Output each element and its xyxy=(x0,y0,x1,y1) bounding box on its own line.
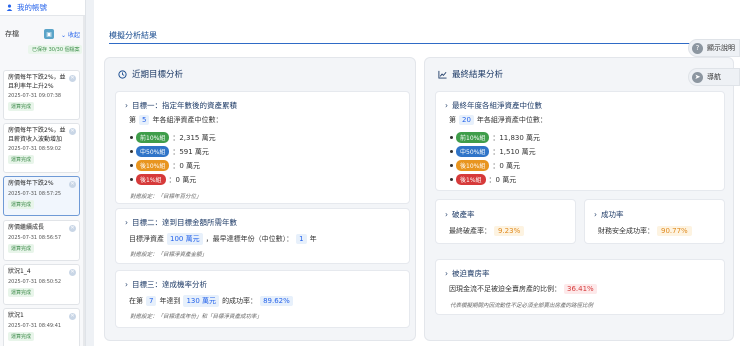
scenario-item[interactable]: 房價每年下跌2%，並且薪資收入波動增加 2025-07-31 08:59:02 … xyxy=(3,123,80,173)
delete-icon[interactable]: ✕ xyxy=(69,225,76,232)
scenario-item[interactable]: 房價每年下跌2%，並且利率年上升2% 2025-07-31 09:07:38 運… xyxy=(3,70,80,120)
page-title: 模擬分析結果 xyxy=(109,31,157,40)
help-button[interactable]: ? 顯示說明 xyxy=(688,39,740,57)
goal1-title: › 目標一：指定年數後的資產累積 xyxy=(125,101,237,110)
goal3-line: 在第 7 年達到 130 萬元 的成功率： 89.62% xyxy=(129,295,293,307)
status-badge: 運算完成 xyxy=(8,199,35,209)
delete-icon[interactable]: ✕ xyxy=(69,313,76,320)
goal1-row-bottom1: 後1%組 ：0 萬元 xyxy=(130,174,196,185)
scenario-item[interactable]: 狀況1_4 2025-07-31 08:50:52 運算完成 ✕ xyxy=(3,264,80,305)
compass-icon: ➤ xyxy=(692,71,703,83)
line-chart-icon xyxy=(438,70,447,79)
goal2-box: › 目標二：達到目標金額所需年數 目標淨資產 100 萬元 ，最早達標年份（中位數）… xyxy=(115,208,410,264)
nav-button[interactable]: ➤ 導航 xyxy=(688,68,740,86)
recent-goals-header: 近期目標分析 xyxy=(118,68,183,80)
goal2-note: 對應設定：「目標淨資產金額」 xyxy=(130,252,208,258)
recent-goals-card: 近期目標分析 › 目標一：指定年數後的資產累積 第 5 年各組淨資產中位數： 前10… xyxy=(104,57,416,341)
goal3-title: › 目標三：達成機率分析 xyxy=(125,280,207,289)
final-results-header: 最終結果分析 xyxy=(438,68,503,80)
title-divider xyxy=(109,43,704,44)
forced-sale-title: › 被迫賣房率 xyxy=(445,269,490,278)
goal3-box: › 目標三：達成機率分析 在第 7 年達到 130 萬元 的成功率： 89.62% 對應設… xyxy=(115,270,410,328)
final-row-mid50: 中50%組 ：1,510 萬元 xyxy=(450,146,536,157)
status-badge: 運算完成 xyxy=(8,155,35,164)
goal3-note: 對應設定：「目標達成年份」和「目標淨資產成功率」 xyxy=(130,314,263,320)
scenario-item[interactable]: 狀況1 2025-07-31 08:49:41 運算完成 ✕ xyxy=(3,308,80,346)
status-badge: 運算完成 xyxy=(8,102,35,111)
scenario-item[interactable]: 房價繼續成長 2025-07-31 08:56:57 運算完成 ✕ xyxy=(3,220,80,261)
goal1-box: › 目標一：指定年數後的資產累積 第 5 年各組淨資產中位數： 前10%組 ：2,31… xyxy=(115,91,410,204)
final-median-box: › 最終年度各組淨資產中位數 第 20 年各組淨資產中位數： 前10%組 ：11,83… xyxy=(435,91,725,191)
bankrupt-box: › 破產率 最終破產率： 9.23% xyxy=(435,199,576,244)
storage-header: 存檔 ▣ ⌄ 收起 xyxy=(0,23,85,45)
status-badge: 運算完成 xyxy=(8,331,35,341)
sidebar: 我的帳號 存檔 ▣ ⌄ 收起 已保存 30/30 個檔案 房價每年下跌2%，並且… xyxy=(0,0,86,346)
final-year-line: 第 20 年各組淨資產中位數： xyxy=(449,115,547,125)
bankrupt-rate: 9.23% xyxy=(494,226,525,236)
storage-label: 存檔 xyxy=(5,30,19,38)
save-icon[interactable]: ▣ xyxy=(44,29,55,39)
my-account-link[interactable]: 我的帳號 xyxy=(0,0,85,16)
success-title: › 成功率 xyxy=(594,210,624,219)
saved-count-badge: 已保存 30/30 個檔案 xyxy=(28,45,82,54)
goal2-line: 目標淨資產 100 萬元 ，最早達標年份（中位數）： 1 年 xyxy=(129,233,317,245)
user-icon xyxy=(6,4,13,11)
collapse-toggle[interactable]: ⌄ 收起 xyxy=(61,30,80,39)
forced-sale-line: 因現金流不足被迫全賣房產的比例： 36.41% xyxy=(449,284,597,294)
bankrupt-title: › 破產率 xyxy=(445,210,475,219)
goal2-title: › 目標二：達到目標金額所需年數 xyxy=(125,218,237,227)
success-line: 財務安全成功率： 90.77% xyxy=(598,226,692,236)
final-row-bottom1: 後1%組 ：0 萬元 xyxy=(450,174,516,185)
question-icon: ? xyxy=(692,42,703,54)
sidebar-scrollbar[interactable] xyxy=(83,16,85,346)
goal1-row-top10: 前10%組 ：2,315 萬元 xyxy=(130,132,216,143)
goal1-year-line: 第 5 年各組淨資產中位數： xyxy=(129,115,223,125)
final-row-bottom10: 後10%組 ：0 萬元 xyxy=(450,160,520,171)
goal1-note: 對應設定：「目標年百分位」 xyxy=(130,194,202,200)
delete-icon[interactable]: ✕ xyxy=(69,75,76,82)
main-content: 模擬分析結果 近期目標分析 › 目標一：指定年數後的資產累積 第 5 年各組淨資產中… xyxy=(94,0,740,346)
delete-icon[interactable]: ✕ xyxy=(69,128,76,135)
final-median-title: › 最終年度各組淨資產中位數 xyxy=(445,101,542,110)
success-rate: 90.77% xyxy=(657,226,692,236)
status-badge: 運算完成 xyxy=(8,243,35,253)
forced-sale-rate: 36.41% xyxy=(564,284,597,294)
scenario-item-active[interactable]: 房價每年下跌2% 2025-07-31 08:57:25 運算完成 ✕ xyxy=(3,176,80,216)
goal1-row-bottom10: 後10%組 ：0 萬元 xyxy=(130,160,200,171)
forced-sale-note: 代表模擬期間內因流動性不足必須全部賣出房產的路徑比例 xyxy=(450,303,594,309)
forced-sale-box: › 被迫賣房率 因現金流不足被迫全賣房產的比例： 36.41% 代表模擬期間內因流… xyxy=(435,259,725,315)
delete-icon[interactable]: ✕ xyxy=(69,269,76,276)
bankrupt-line: 最終破產率： 9.23% xyxy=(449,226,525,236)
status-badge: 運算完成 xyxy=(8,287,35,297)
goal1-row-mid50: 中50%組 ：591 萬元 xyxy=(130,146,209,157)
delete-icon[interactable]: ✕ xyxy=(69,181,76,188)
account-label: 我的帳號 xyxy=(17,3,47,12)
clock-icon xyxy=(118,69,127,79)
final-results-card: 最終結果分析 › 最終年度各組淨資產中位數 第 20 年各組淨資產中位數： 前10%… xyxy=(424,57,734,341)
success-box: › 成功率 財務安全成功率： 90.77% xyxy=(584,199,725,244)
final-row-top10: 前10%組 ：11,830 萬元 xyxy=(450,132,540,143)
